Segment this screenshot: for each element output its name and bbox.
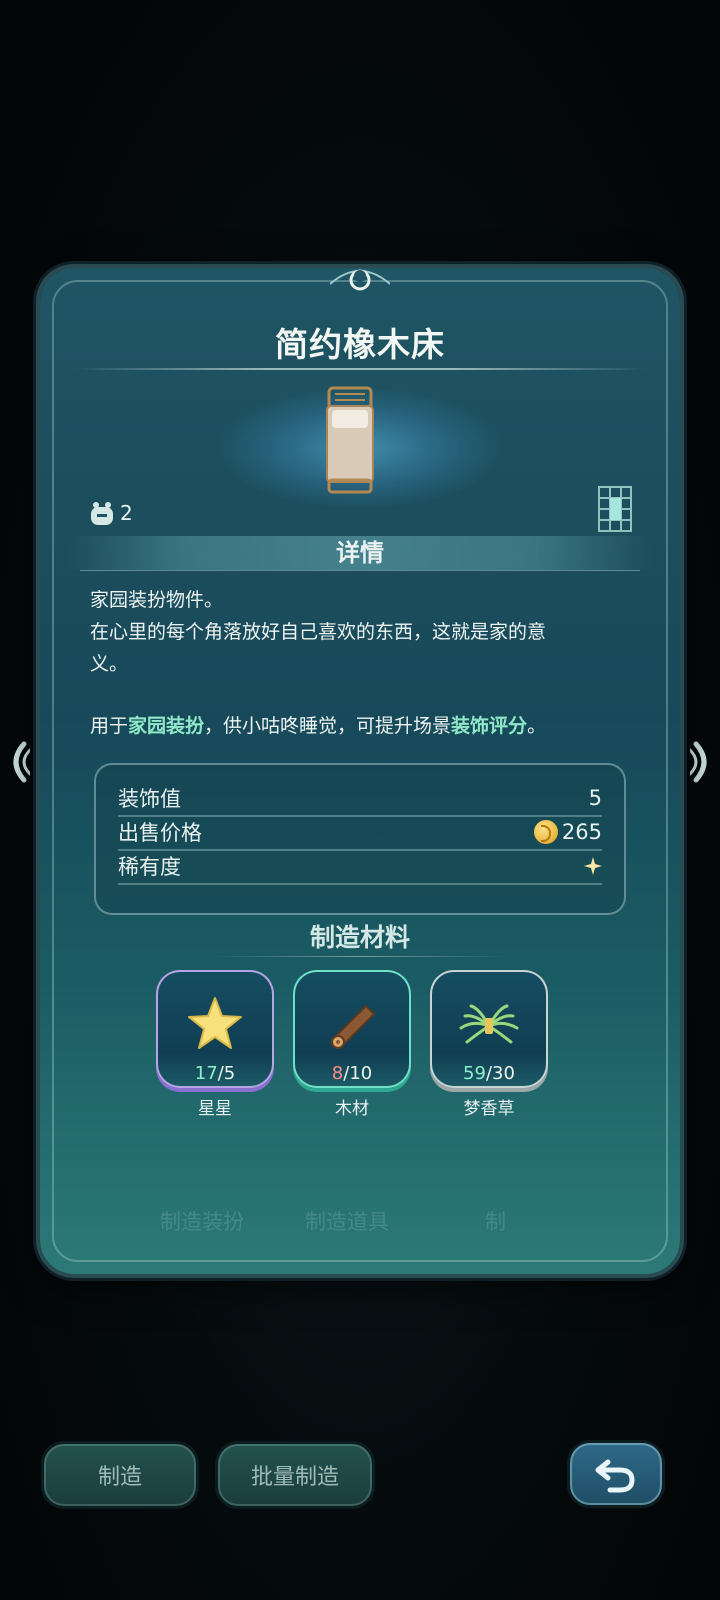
background-tab-craft-decor: 制造装扮 bbox=[160, 1210, 244, 1234]
usage-prefix: 用于 bbox=[90, 715, 129, 737]
return-arrow-icon bbox=[595, 1459, 635, 1493]
usage-highlight-home-decor: 家园装扮 bbox=[128, 715, 205, 737]
previous-arrow-icon[interactable] bbox=[4, 740, 30, 784]
description-line: 义。 bbox=[90, 653, 129, 675]
required-count: 10 bbox=[349, 1063, 373, 1084]
owned-count: 17 bbox=[194, 1063, 218, 1084]
star-icon bbox=[188, 997, 242, 1049]
material-name: 梦香草 bbox=[463, 1099, 515, 1119]
stat-label: 稀有度 bbox=[118, 855, 181, 879]
required-count: 30 bbox=[492, 1063, 515, 1084]
background-tab-craft-tools: 制造道具 bbox=[305, 1210, 389, 1234]
details-heading: 详情 bbox=[336, 539, 384, 567]
stat-label: 装饰值 bbox=[118, 787, 181, 811]
material-star[interactable]: 17/5 星星 bbox=[156, 970, 274, 1119]
sell-price-group: 265 bbox=[533, 820, 602, 844]
stat-decor-value: 装饰值 5 bbox=[118, 781, 602, 817]
owned-count: 8 bbox=[331, 1063, 344, 1084]
back-button[interactable] bbox=[570, 1443, 662, 1505]
materials-heading: 制造材料 bbox=[309, 923, 410, 952]
item-detail-card: 简约橡木床 2 详情 家园装扮物件。 在心里的每个角落放好自己喜欢的东西，这就是… bbox=[40, 268, 680, 1274]
stat-value: 265 bbox=[561, 820, 602, 844]
material-dream-grass[interactable]: 59/30 梦香草 bbox=[430, 970, 548, 1119]
item-title: 简约橡木床 bbox=[275, 325, 445, 364]
description-line: 在心里的每个角落放好自己喜欢的东西，这就是家的意 bbox=[90, 621, 547, 643]
craft-button[interactable]: 制造 bbox=[44, 1444, 196, 1506]
log-icon bbox=[331, 1004, 376, 1049]
material-tile[interactable]: 8/10 bbox=[293, 970, 411, 1088]
description-line: 家园装扮物件。 bbox=[90, 589, 224, 611]
grass-bundle-icon bbox=[459, 1004, 519, 1044]
material-name: 木材 bbox=[335, 1099, 369, 1119]
item-description: 家园装扮物件。 在心里的每个角落放好自己喜欢的东西，这就是家的意 义。 bbox=[90, 584, 630, 680]
stat-value: 5 bbox=[588, 786, 602, 810]
footprint-grid-icon bbox=[598, 486, 632, 532]
stat-label: 出售价格 bbox=[118, 821, 202, 845]
stats-panel: 装饰值 5 出售价格 265 稀有度 bbox=[94, 763, 626, 915]
material-name: 星星 bbox=[198, 1099, 232, 1119]
material-wood[interactable]: 8/10 木材 bbox=[293, 970, 411, 1119]
bed-icon bbox=[326, 386, 374, 494]
crest-ornament-icon bbox=[330, 269, 390, 291]
usage-middle: ，供小咕咚睡觉，可提升场景 bbox=[204, 715, 452, 737]
material-count: 17/5 bbox=[194, 1063, 236, 1084]
details-divider bbox=[80, 570, 640, 571]
capacity-info: 2 bbox=[88, 498, 133, 528]
title-divider bbox=[74, 368, 646, 370]
coin-icon bbox=[533, 820, 558, 844]
usage-suffix: 。 bbox=[527, 715, 547, 737]
capacity-count: 2 bbox=[120, 501, 133, 525]
usage-text: 用于家园装扮，供小咕咚睡觉，可提升场景装饰评分。 bbox=[90, 710, 640, 742]
next-arrow-icon[interactable] bbox=[690, 740, 716, 784]
rarity-star-icon bbox=[584, 857, 602, 875]
required-count: 5 bbox=[223, 1063, 236, 1084]
material-count: 59/30 bbox=[463, 1063, 515, 1084]
batch-craft-button[interactable]: 批量制造 bbox=[218, 1444, 372, 1506]
materials-divider bbox=[210, 956, 510, 957]
material-tile[interactable]: 17/5 bbox=[156, 970, 274, 1088]
creature-icon bbox=[91, 502, 113, 525]
material-count: 8/10 bbox=[331, 1063, 373, 1084]
background-tab-craft: 制 bbox=[485, 1210, 506, 1234]
usage-highlight-decor-score: 装饰评分 bbox=[451, 715, 528, 737]
owned-count: 59 bbox=[463, 1063, 486, 1084]
material-tile[interactable]: 59/30 bbox=[430, 970, 548, 1088]
stat-rarity: 稀有度 bbox=[118, 849, 602, 885]
stat-sell-price: 出售价格 265 bbox=[118, 815, 602, 851]
